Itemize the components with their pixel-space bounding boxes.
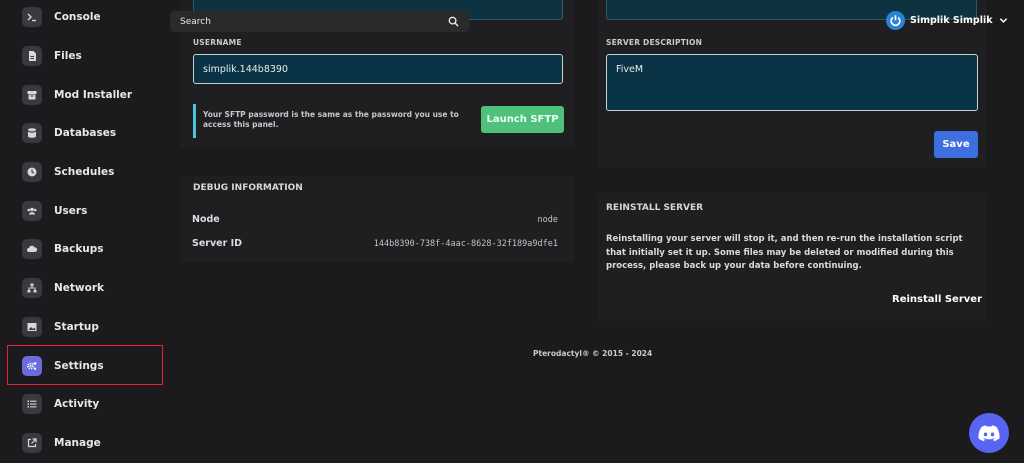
username-field[interactable]: simplik.144b8390 — [193, 54, 563, 84]
footer-copyright: Pterodactyl® © 2015 - 2024 — [533, 349, 653, 358]
sidebar-item-label: Console — [54, 11, 101, 23]
sidebar-item-manage[interactable]: Manage — [13, 424, 163, 462]
user-menu[interactable]: Simplik Simplik — [886, 11, 1008, 30]
user-name: Simplik Simplik — [910, 15, 993, 26]
sidebar-item-label: Schedules — [54, 166, 115, 178]
power-icon — [890, 15, 901, 26]
sidebar-item-schedules[interactable]: Schedules — [13, 153, 163, 191]
sidebar-item-databases[interactable]: Databases — [13, 114, 163, 152]
sidebar-item-label: Mod Installer — [54, 89, 133, 101]
server-id-label: Server ID — [192, 238, 243, 249]
node-value: node — [537, 215, 558, 225]
external-link-icon — [22, 433, 42, 453]
server-description-label: SERVER DESCRIPTION — [606, 38, 703, 47]
sidebar-item-backups[interactable]: Backups — [13, 230, 163, 268]
sidebar-item-activity[interactable]: Activity — [13, 385, 163, 423]
sidebar-item-users[interactable]: Users — [13, 192, 163, 230]
debug-information-title: DEBUG INFORMATION — [193, 183, 303, 193]
sidebar-item-label: Startup — [54, 321, 99, 333]
discord-icon — [978, 424, 1000, 441]
reinstall-server-button[interactable]: Reinstall Server — [892, 294, 982, 305]
search-bar[interactable]: Search — [170, 11, 469, 32]
sftp-password-hint: Your SFTP password is the same as the pa… — [203, 110, 459, 129]
list-icon — [22, 394, 42, 414]
launch-sftp-button[interactable]: Launch SFTP — [481, 106, 564, 133]
sidebar-item-label: Databases — [54, 127, 117, 139]
server-description-field[interactable]: FiveM — [606, 54, 978, 111]
network-icon — [22, 278, 42, 298]
box-icon — [22, 85, 42, 105]
sidebar: Console Files Mod Installer Databases Sc… — [0, 0, 170, 463]
discord-button[interactable] — [969, 413, 1009, 453]
reinstall-description: Reinstalling your server will stop it, a… — [606, 234, 963, 271]
sidebar-item-startup[interactable]: Startup — [13, 308, 163, 346]
sidebar-item-label: Manage — [54, 437, 101, 449]
clock-icon — [22, 162, 42, 182]
terminal-icon — [22, 7, 42, 27]
sidebar-item-network[interactable]: Network — [13, 269, 163, 307]
sidebar-item-files[interactable]: Files — [13, 37, 163, 75]
active-item-highlight — [7, 345, 163, 385]
server-id-value: 144b8390-738f-4aac-8628-32f189a9dfe1 — [373, 239, 558, 249]
sidebar-item-console[interactable]: Console — [13, 0, 163, 36]
sidebar-item-label: Activity — [54, 398, 100, 410]
sidebar-item-label: Users — [54, 205, 88, 217]
save-button[interactable]: Save — [934, 131, 978, 158]
users-icon — [22, 201, 42, 221]
image-icon — [22, 317, 42, 337]
username-label: USERNAME — [193, 38, 242, 47]
sidebar-item-label: Network — [54, 282, 105, 294]
hint-accent-bar — [193, 104, 196, 138]
search-icon[interactable] — [448, 16, 459, 27]
sidebar-item-label: Backups — [54, 243, 104, 255]
node-label: Node — [192, 214, 220, 225]
reinstall-server-title: REINSTALL SERVER — [606, 203, 704, 213]
sidebar-item-label: Files — [54, 50, 82, 62]
chevron-down-icon[interactable] — [999, 16, 1008, 25]
search-input[interactable]: Search — [180, 17, 448, 27]
database-icon — [22, 123, 42, 143]
file-icon — [22, 46, 42, 66]
cloud-icon — [22, 239, 42, 259]
sidebar-item-mod-installer[interactable]: Mod Installer — [13, 76, 163, 114]
avatar — [886, 11, 905, 30]
